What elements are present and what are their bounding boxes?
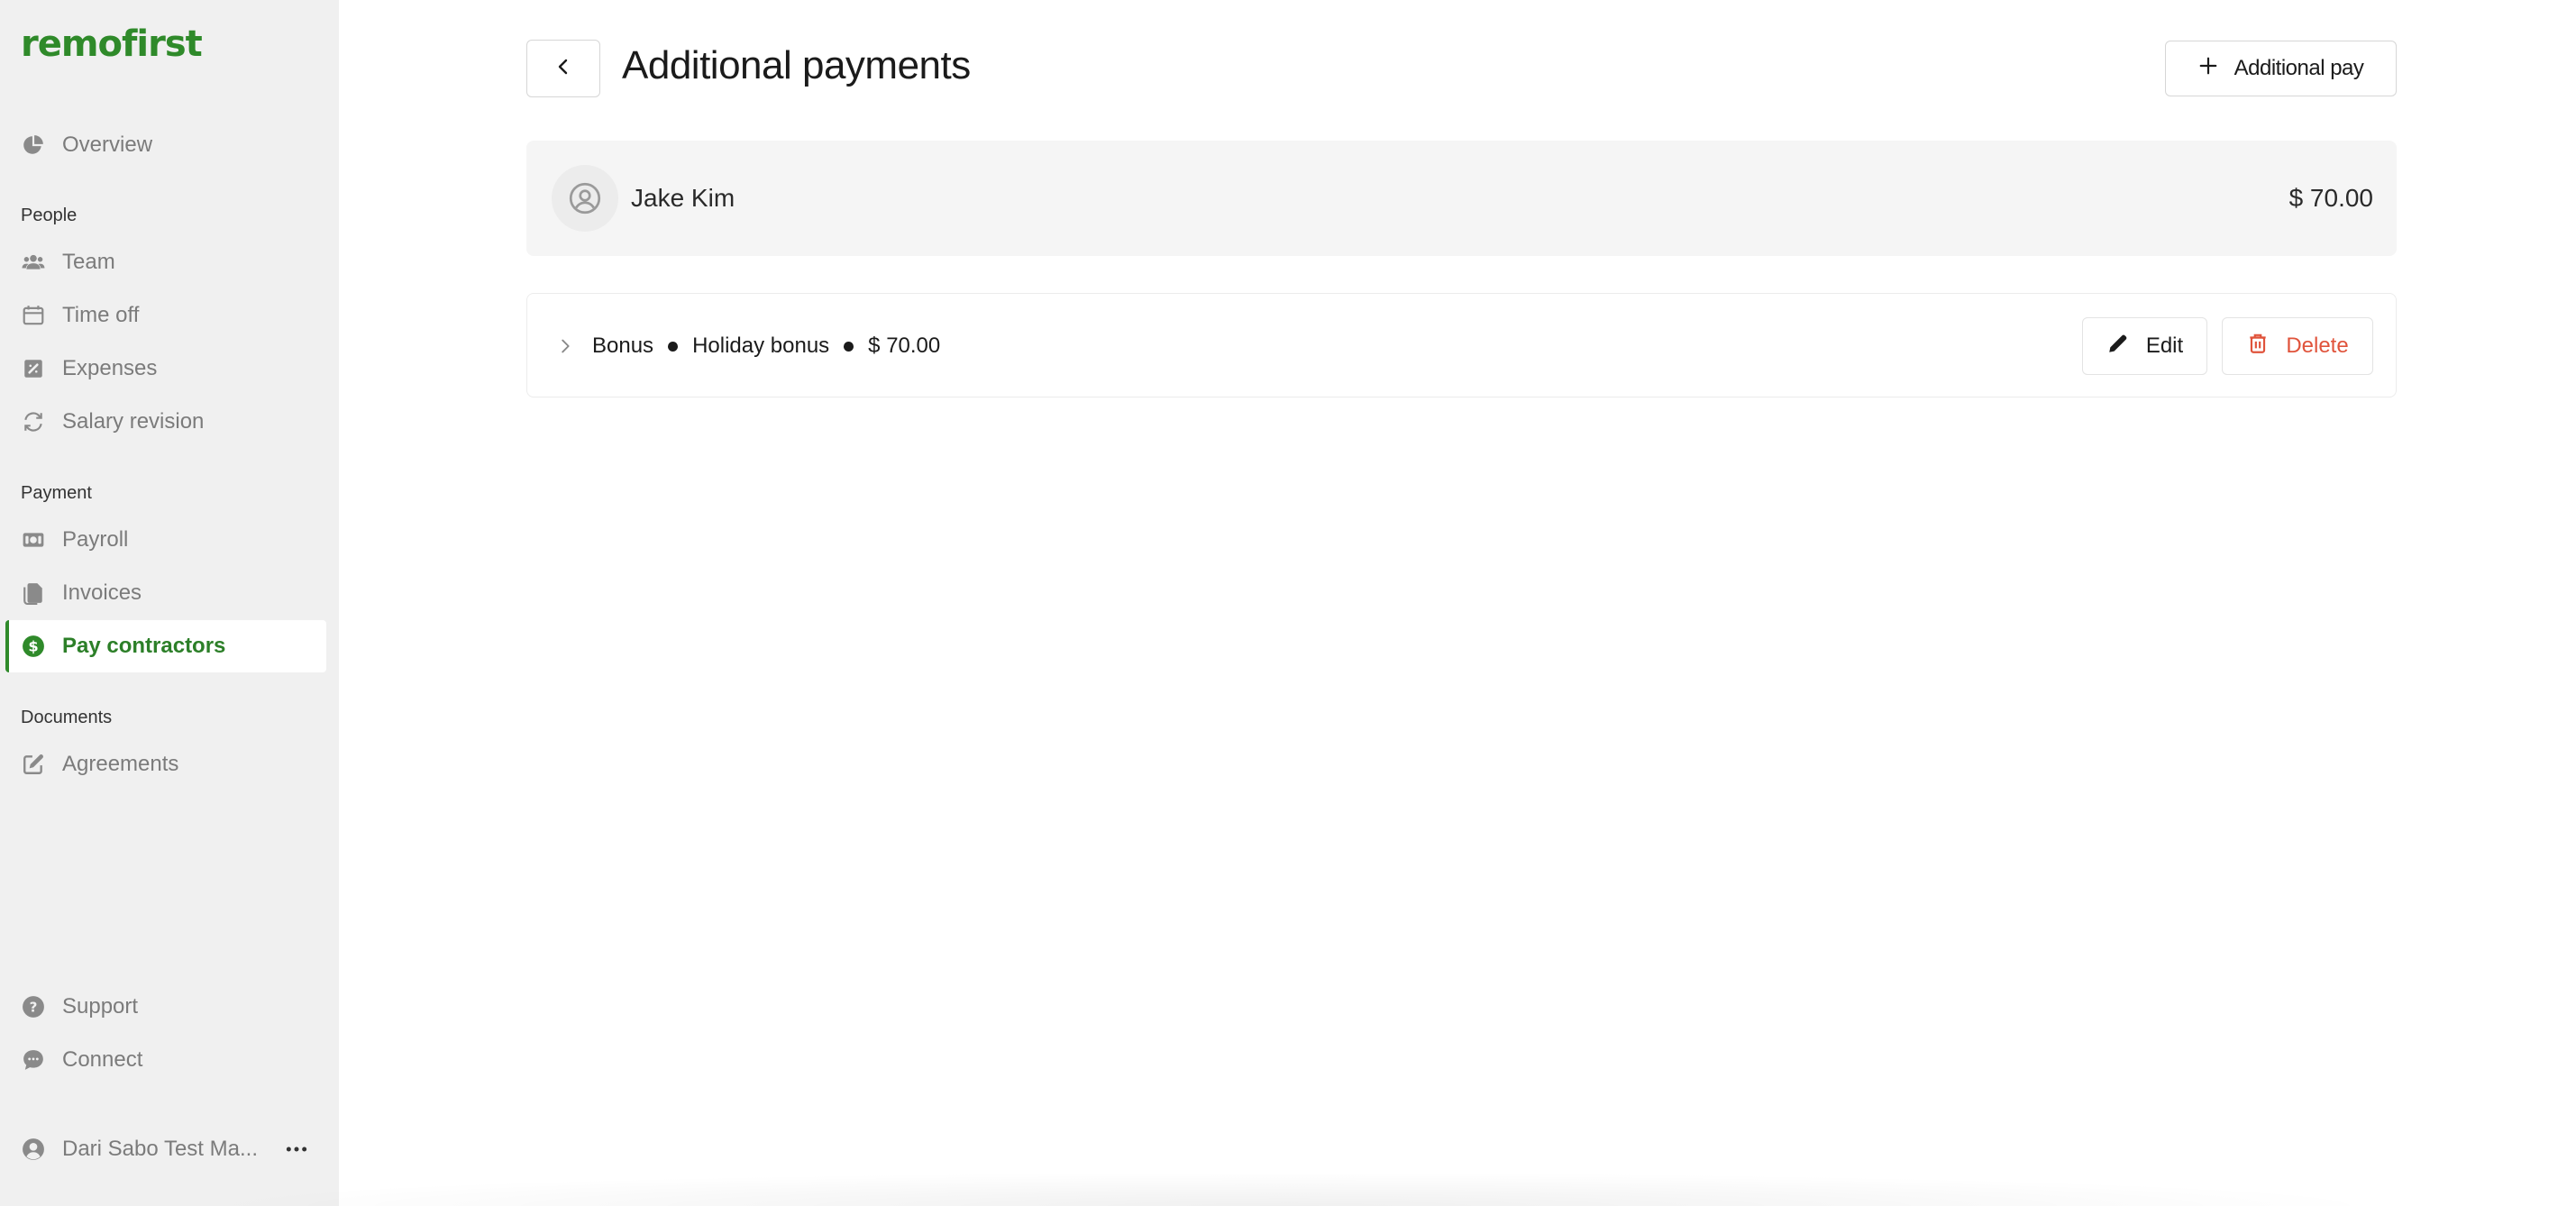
section-label-payment: Payment (21, 483, 92, 503)
sidebar-item-label: Time off (62, 303, 140, 327)
section-label-people: People (21, 206, 78, 225)
svg-text:?: ? (30, 999, 38, 1015)
payment-type: Bonus (592, 333, 654, 358)
delete-label: Delete (2286, 333, 2349, 358)
sidebar-item-expenses[interactable]: Expenses (5, 343, 326, 395)
payment-name: Holiday bonus (692, 333, 830, 358)
sidebar-item-time-off[interactable]: Time off (5, 289, 326, 342)
chat-icon (21, 1047, 46, 1073)
sidebar-item-payroll[interactable]: Payroll (5, 514, 326, 566)
sidebar-item-label: Expenses (62, 356, 158, 380)
user-circle-icon (21, 1137, 46, 1162)
separator-dot (668, 341, 679, 352)
sidebar-item-label: Invoices (62, 580, 142, 605)
sidebar-item-invoices[interactable]: Invoices (5, 567, 326, 619)
add-additional-pay-button[interactable]: Additional pay (2165, 41, 2397, 96)
separator-dot (844, 341, 854, 352)
delete-button[interactable]: Delete (2222, 317, 2373, 375)
sidebar-item-label: Team (62, 250, 115, 274)
app-root: remofirst Overview People Team Time off (0, 0, 2576, 1206)
back-button[interactable] (526, 40, 600, 97)
person-name: Jake Kim (631, 184, 735, 212)
refresh-icon (21, 409, 46, 434)
receipt-icon (21, 356, 46, 381)
sidebar-item-support[interactable]: ? Support (5, 981, 326, 1033)
help-circle-icon: ? (21, 994, 46, 1019)
chevron-right-icon[interactable] (554, 335, 576, 357)
page-title: Additional payments (622, 43, 971, 87)
sidebar-item-label: Agreements (62, 752, 179, 776)
user-menu[interactable]: Dari Sabo Test Ma... (5, 1123, 276, 1175)
sidebar-item-salary-revision[interactable]: Salary revision (5, 396, 326, 448)
svg-text:$: $ (28, 637, 38, 654)
files-icon (21, 580, 46, 606)
payment-summary: Bonus Holiday bonus $ 70.00 (592, 333, 940, 359)
sidebar-item-label: Pay contractors (62, 634, 226, 658)
money-icon (21, 527, 46, 553)
edit-button[interactable]: Edit (2082, 317, 2207, 375)
add-button-label: Additional pay (2233, 56, 2364, 80)
sidebar-item-overview[interactable]: Overview (5, 119, 326, 171)
payment-amount: $ 70.00 (868, 333, 941, 358)
user-name: Dari Sabo Test Ma... (62, 1137, 258, 1161)
calendar-icon (21, 303, 46, 328)
sidebar-item-pay-contractors[interactable]: $ Pay contractors (5, 620, 326, 672)
bottom-shadow (180, 1172, 2398, 1206)
sidebar: remofirst Overview People Team Time off (0, 0, 339, 1206)
sidebar-item-agreements[interactable]: Agreements (5, 738, 326, 790)
sidebar-item-team[interactable]: Team (5, 236, 326, 288)
sidebar-item-label: Connect (62, 1047, 143, 1072)
pencil-icon (2106, 332, 2146, 361)
payment-row: Bonus Holiday bonus $ 70.00 Edit Delete (526, 293, 2397, 397)
plus-icon (2198, 56, 2234, 82)
sidebar-item-label: Overview (62, 132, 153, 157)
person-total-amount: $ 70.00 (2288, 184, 2373, 212)
pie-chart-icon (21, 132, 46, 158)
trash-icon (2246, 332, 2286, 361)
more-horizontal-icon[interactable] (285, 1137, 308, 1161)
dollar-circle-icon: $ (21, 634, 46, 659)
edit-document-icon (21, 752, 46, 777)
logo: remofirst (21, 23, 203, 65)
section-label-documents: Documents (21, 708, 113, 727)
edit-label: Edit (2145, 333, 2184, 358)
chevron-left-icon (553, 56, 574, 82)
sidebar-item-label: Salary revision (62, 409, 205, 434)
person-summary-card: Jake Kim $ 70.00 (526, 141, 2397, 256)
users-icon (21, 250, 46, 275)
avatar (552, 165, 618, 232)
sidebar-item-connect[interactable]: Connect (5, 1034, 326, 1086)
sidebar-item-label: Support (62, 994, 139, 1019)
sidebar-item-label: Payroll (62, 527, 129, 552)
